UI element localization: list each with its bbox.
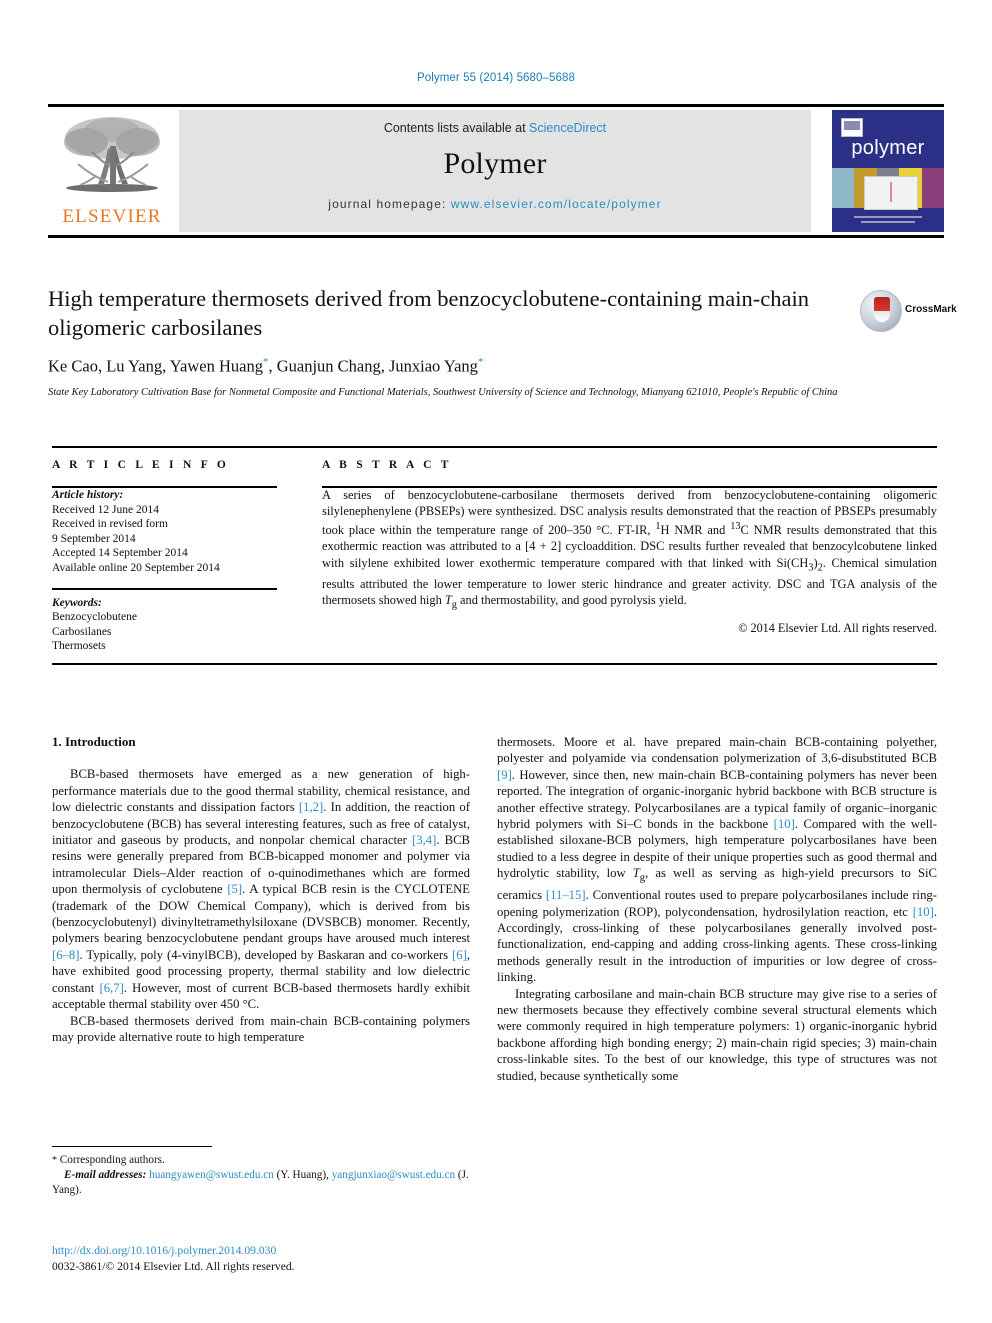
author-names-rest: Guanjun Chang, Junxiao Yang (276, 356, 478, 376)
running-head: Polymer 55 (2014) 5680–5688 (416, 72, 576, 84)
citation-link[interactable]: [10] (774, 817, 795, 831)
journal-masthead: ELSEVIER Contents lists available at Sci… (48, 104, 944, 238)
section-heading-introduction: 1. Introduction (52, 734, 136, 749)
elsevier-tree-icon (56, 112, 168, 200)
title-block: High temperature thermosets derived from… (48, 284, 957, 400)
keyword-item: Carbosilanes (52, 625, 112, 638)
body-paragraph: Integrating carbosilane and main-chain B… (497, 986, 937, 1083)
keyword-item: Benzocyclobutene (52, 611, 137, 624)
footnote-block: * Corresponding authors. E-mail addresse… (52, 1153, 470, 1197)
abstract-copyright: © 2014 Elsevier Ltd. All rights reserved… (738, 620, 937, 635)
abstract-text: A series of benzocyclobutene-carbosilane… (322, 488, 937, 611)
homepage-url-link[interactable]: www.elsevier.com/locate/polymer (451, 197, 662, 211)
citation-link[interactable]: [10] (913, 905, 934, 919)
journal-title: Polymer (443, 147, 547, 180)
email-link-1[interactable]: huangyawen@swust.edu.cn (149, 1169, 274, 1181)
citation-link[interactable]: [6] (452, 948, 467, 962)
abstract-heading: A B S T R A C T (322, 459, 452, 471)
history-item: 9 September 2014 (52, 532, 136, 545)
history-label: Article history: (52, 489, 124, 501)
email-owner-1: (Y. Huang), (276, 1169, 329, 1182)
article-history: Article history: Received 12 June 2014 R… (52, 488, 277, 576)
citation-link[interactable]: [11–15] (546, 888, 586, 902)
history-item: Accepted 14 September 2014 (52, 547, 188, 560)
history-item: Received in revised form (52, 518, 168, 531)
body-column-right: thermosets. Moore et al. have prepared m… (497, 734, 937, 1084)
doi-block: http://dx.doi.org/10.1016/j.polymer.2014… (52, 1243, 482, 1274)
citation-link[interactable]: [6–8] (52, 948, 79, 962)
email-note: E-mail addresses: huangyawen@swust.edu.c… (52, 1168, 470, 1197)
article-info-section: A R T I C L E I N F O Article history: R… (52, 459, 277, 654)
body-paragraph: BCB-based thermosets have emerged as a n… (52, 767, 471, 1012)
body-paragraph: thermosets. Moore et al. have prepared m… (497, 735, 937, 985)
author-names: Ke Cao, Lu Yang, Yawen Huang (48, 356, 263, 376)
article-page: Polymer 55 (2014) 5680–5688 ELSEVIER Con… (0, 0, 992, 1323)
elsevier-wordmark: ELSEVIER (62, 206, 162, 227)
elsevier-logo: ELSEVIER (50, 110, 174, 232)
crossmark-label: CrossMark (905, 304, 957, 315)
citation-link[interactable]: [1,2] (299, 800, 323, 814)
corresponding-author-note: * Corresponding authors. (52, 1153, 470, 1168)
crossmark-badge[interactable]: CrossMark (860, 290, 957, 334)
article-info-heading: A R T I C L E I N F O (52, 459, 230, 471)
cover-footer-lines (854, 216, 922, 226)
history-item: Available online 20 September 2014 (52, 561, 220, 574)
email-label: E-mail addresses: (64, 1169, 147, 1182)
masthead-center: Contents lists available at ScienceDirec… (179, 110, 811, 232)
journal-cover-thumbnail: polymer (832, 110, 944, 232)
body-paragraph: BCB-based thermosets derived from main-c… (52, 1013, 470, 1044)
body-column-left: 1. Introduction BCB-based thermosets hav… (52, 734, 470, 1045)
footnote-rule (52, 1146, 212, 1147)
citation-link[interactable]: [6,7] (99, 981, 123, 995)
asterisk-icon: * (52, 1155, 57, 1166)
masthead-top-rule (48, 104, 944, 107)
info-bottom-rule (52, 663, 937, 665)
keywords-label: Keywords: (52, 596, 102, 609)
crossmark-icon (860, 290, 902, 332)
contents-line: Contents lists available at ScienceDirec… (179, 121, 811, 135)
cover-journal-title: polymer (851, 137, 925, 159)
keywords-section: Keywords: Benzocyclobutene Carbosilanes … (52, 596, 277, 654)
citation-link[interactable]: [9] (497, 768, 512, 782)
issn-copyright: 0032-3861/© 2014 Elsevier Ltd. All right… (52, 1259, 295, 1273)
keyword-item: Thermosets (52, 640, 106, 653)
affiliation: State Key Laboratory Cultivation Base fo… (48, 386, 838, 398)
cover-elsevier-mark (841, 118, 863, 137)
homepage-label: journal homepage: (328, 197, 447, 211)
cover-chart-inset (864, 176, 918, 210)
corresponding-text: Corresponding authors. (59, 1154, 165, 1166)
sciencedirect-link[interactable]: ScienceDirect (529, 121, 606, 135)
masthead-bottom-rule (48, 235, 944, 238)
history-item: Received 12 June 2014 (52, 503, 159, 516)
page-title: High temperature thermosets derived from… (48, 286, 809, 340)
citation-link[interactable]: [5] (227, 882, 242, 896)
email-link-2[interactable]: yangjunxiao@swust.edu.cn (332, 1169, 455, 1181)
contents-prefix: Contents lists available at (383, 121, 530, 135)
abstract-section: A B S T R A C T A series of benzocyclobu… (322, 459, 937, 636)
journal-homepage-line: journal homepage: www.elsevier.com/locat… (179, 197, 811, 211)
corresponding-marker-2: * (477, 356, 484, 368)
info-top-rule (52, 446, 937, 448)
citation-link[interactable]: [3,4] (412, 833, 436, 847)
corresponding-marker-1: * (262, 356, 269, 368)
doi-link[interactable]: http://dx.doi.org/10.1016/j.polymer.2014… (52, 1243, 482, 1259)
author-list: Ke Cao, Lu Yang, Yawen Huang*, Guanjun C… (48, 356, 484, 376)
